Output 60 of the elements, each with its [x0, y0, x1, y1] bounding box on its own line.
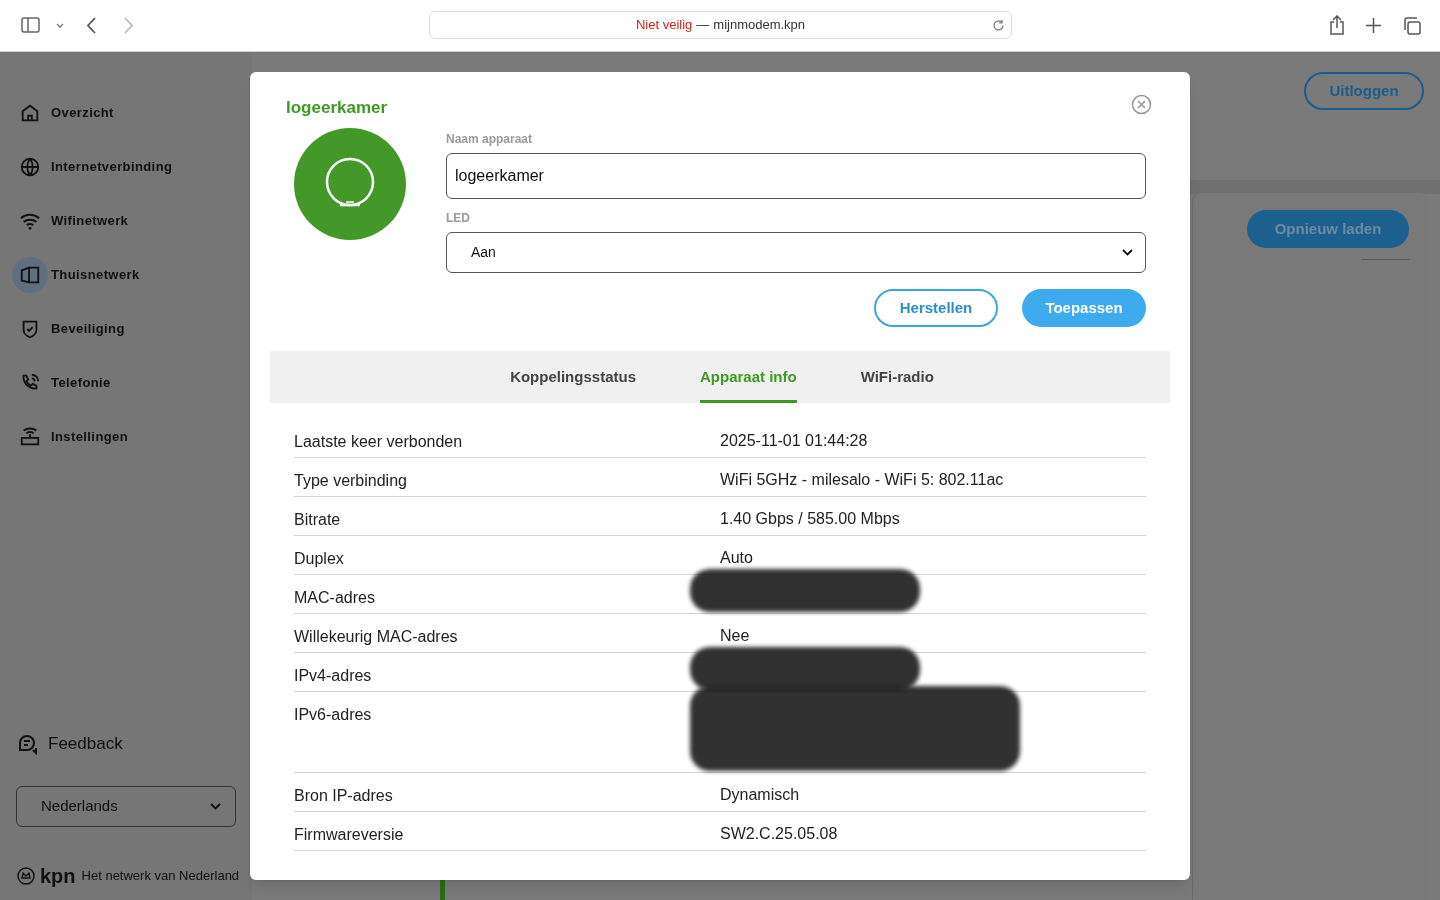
reset-button[interactable]: Herstellen: [874, 289, 998, 327]
list-accent-bar: [440, 880, 445, 900]
field-label: Naam apparaat: [446, 131, 533, 148]
row-label: MAC-adres: [294, 588, 376, 608]
new-tab-icon[interactable]: [1366, 18, 1381, 33]
row-value: 2025-11-01 01:44:28: [720, 431, 869, 451]
row-label: Willekeurig MAC-adres: [294, 627, 459, 647]
sidebar-item[interactable]: Internetverbinding: [12, 140, 252, 194]
tab[interactable]: Koppelingsstatus: [510, 351, 636, 403]
sidebar-toggle-icon[interactable]: [21, 17, 40, 33]
home-icon: [19, 102, 41, 124]
dialog-title: logeerkamer: [286, 97, 388, 119]
security-warning: Niet veilig: [635, 16, 693, 35]
address-bar[interactable]: Niet veilig — mijnmodem.kpn: [429, 11, 1012, 39]
tabs-overview-icon[interactable]: [1403, 17, 1421, 35]
led-select[interactable]: Aan: [446, 232, 1146, 273]
field-label: LED: [446, 210, 470, 227]
row-value: Dynamisch: [720, 785, 801, 805]
crown-logo-icon: [16, 866, 36, 886]
apply-button[interactable]: Toepassen: [1022, 289, 1146, 327]
row-label: IPv6-adres: [294, 705, 373, 725]
sidebar-item[interactable]: Telefonie: [12, 356, 252, 410]
brand-logo: kpn: [40, 866, 76, 886]
row-value: 1.40 Gbps / 585.00 Mbps: [720, 509, 901, 529]
chevron-down-icon[interactable]: [56, 23, 64, 28]
row-label: Bron IP-adres: [294, 786, 394, 806]
url-separator: —: [696, 16, 710, 35]
row-value: Auto: [720, 548, 754, 568]
sidebar-item[interactable]: Overzicht: [12, 86, 252, 140]
tab[interactable]: Apparaat info: [700, 351, 797, 403]
row-label: Bitrate: [294, 510, 342, 530]
tab[interactable]: WiFi-radio: [860, 351, 934, 403]
router-icon: [19, 426, 41, 448]
sidebar-item[interactable]: Thuisnetwerk: [12, 248, 252, 302]
row-label: Firmwareversie: [294, 825, 405, 845]
chevron-down-icon: [210, 803, 221, 810]
device-icon: [19, 264, 41, 286]
share-icon[interactable]: [1329, 15, 1345, 35]
chat-bubbles-icon: [17, 732, 39, 755]
row-value: Nee: [720, 626, 751, 646]
row-label: IPv4-adres: [294, 666, 373, 686]
reload-icon[interactable]: [992, 19, 1005, 32]
url-text: mijnmodem.kpn: [713, 16, 806, 35]
brand-tagline: Het netwerk van Nederland: [81, 867, 240, 886]
back-icon[interactable]: [87, 17, 97, 34]
device-name-field[interactable]: logeerkamer: [446, 153, 1146, 199]
row-value: SW2.C.25.05.08: [720, 824, 839, 844]
chevron-down-icon: [1122, 249, 1133, 256]
close-icon[interactable]: [1131, 94, 1152, 115]
row-label: Type verbinding: [294, 471, 408, 491]
device-avatar-icon: [294, 128, 406, 240]
globe-icon: [19, 156, 41, 178]
row-value: WiFi 5GHz - milesalo - WiFi 5: 802.11ac: [720, 470, 1005, 490]
language-select[interactable]: Nederlands: [16, 786, 236, 827]
sidebar-item[interactable]: Wifinetwerk: [12, 194, 252, 248]
sidebar-item[interactable]: Instellingen: [12, 410, 252, 464]
feedback-link[interactable]: Feedback: [17, 731, 123, 757]
row-label: Laatste keer verbonden: [294, 432, 464, 452]
row-label: Duplex: [294, 549, 345, 569]
sidebar-item[interactable]: Beveiliging: [12, 302, 252, 356]
